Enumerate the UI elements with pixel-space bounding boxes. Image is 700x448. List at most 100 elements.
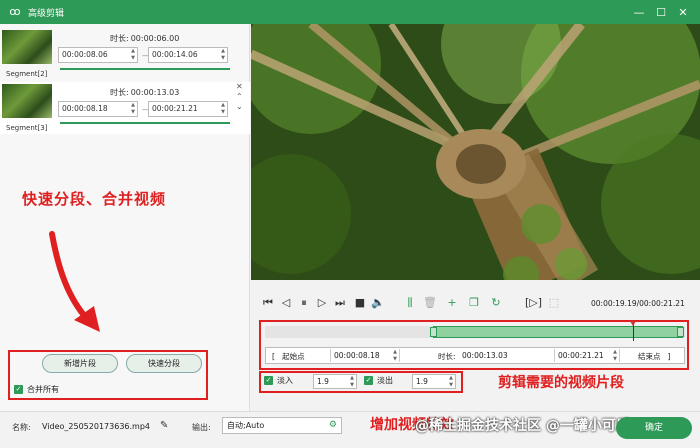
duration-value: 00:00:13.03 [130, 88, 180, 97]
fade-in-checkbox[interactable]: ✓ 淡入 [264, 375, 293, 386]
close-button[interactable]: ✕ [672, 6, 694, 19]
annotation-arrow-icon [49, 231, 100, 332]
merge-all-checkbox[interactable]: ✓ 合并所有 [14, 384, 59, 395]
clip-annotation: 剪辑需要的视频片段 [498, 375, 624, 391]
end-time-text: 00:00:21.21 [152, 104, 198, 113]
start-time-text: 00:00:08.18 [62, 104, 108, 113]
segment-item[interactable]: Segment[2] 时长: 00:00:06.00 00:00:08.06 ▲ ▼ … [0, 28, 250, 80]
app-logo-icon: ꝏ [9, 5, 21, 18]
watermark: @稀土掘金技术社区 @一罐小可乐 [415, 418, 630, 434]
volume-icon[interactable]: 🔈 [371, 296, 385, 310]
segment-end-input[interactable]: 00:00:21.21 ▲ ▼ [148, 101, 228, 117]
segment-start-input[interactable]: 00:00:08.18 ▲ ▼ [58, 101, 138, 117]
fade-out-label: 淡出 [377, 376, 393, 385]
start-time-text: 00:00:08.06 [62, 50, 108, 59]
window-title: 高级剪辑 [28, 8, 65, 19]
selected-range[interactable] [433, 326, 683, 338]
output-select[interactable]: 自动;Auto ⚙ [222, 417, 342, 434]
segment-duration: 时长: 00:00:06.00 [108, 33, 179, 44]
stop-icon[interactable]: ■ [353, 296, 367, 310]
checkmark-icon[interactable]: ✓ [14, 385, 23, 394]
new-segment-button[interactable]: 新增片段 [42, 354, 118, 373]
segment-thumbnail [2, 84, 52, 118]
duration-label: 时长: [110, 88, 129, 97]
end-time-input[interactable]: 00:00:21.21 ▲ ▼ [554, 349, 620, 362]
spin-arrows-icon[interactable]: ▲ ▼ [350, 375, 354, 388]
chevron-down-icon[interactable]: ⌄ [236, 102, 243, 111]
checkmark-icon[interactable]: ✓ [264, 376, 273, 385]
gear-icon[interactable]: ⚙ [329, 418, 337, 433]
snapshot-icon[interactable]: ⬚ [547, 296, 561, 310]
reset-icon[interactable]: ↻ [489, 296, 503, 310]
add-icon[interactable]: + [445, 296, 459, 310]
range-end-handle[interactable] [677, 327, 684, 337]
spin-arrows-icon[interactable]: ▲ ▼ [221, 48, 225, 62]
end-point-button[interactable]: 结束点 ] [638, 351, 671, 362]
output-value: 自动;Auto [227, 421, 265, 430]
segment-label: Segment[2] [6, 70, 48, 78]
start-point-label: 起始点 [282, 352, 305, 361]
close-segment-icon[interactable]: ✕ [236, 82, 243, 91]
bottom-bar: 名称: Video_250520173636.mp4 ✎ 输出: 自动;Auto… [0, 411, 700, 448]
segment-progress-bar [60, 68, 230, 70]
quick-split-button[interactable]: 快速分段 [126, 354, 202, 373]
ok-button[interactable]: 确定 [616, 417, 692, 439]
fade-out-value: 1.9 [416, 377, 428, 386]
edit-name-icon[interactable]: ✎ [160, 420, 168, 431]
fade-in-label: 淡入 [277, 376, 293, 385]
spin-arrows-icon[interactable]: ▲ ▼ [613, 349, 617, 362]
fade-in-input[interactable]: 1.9 ▲ ▼ [313, 374, 357, 389]
video-preview[interactable] [251, 24, 700, 280]
segment-label: Segment[3] [6, 124, 48, 132]
range-start-handle[interactable] [430, 327, 437, 337]
duration-value: 00:00:06.00 [130, 34, 180, 43]
split-merge-annotation: 快速分段、合并视频 [22, 190, 167, 208]
trim-row: [ 起始点 00:00:08.18 ▲ ▼ 时长: 00:00:13.03 00:0… [265, 347, 685, 364]
timeline-track[interactable] [265, 326, 685, 338]
mark-in-out-icon[interactable]: [▷] [525, 296, 542, 310]
spin-arrows-icon[interactable]: ▲ ▼ [393, 349, 397, 362]
name-label: 名称: [12, 423, 31, 432]
trim-duration-label: 时长: [438, 352, 456, 361]
spin-arrows-icon[interactable]: ▲ ▼ [221, 102, 225, 116]
fade-out-input[interactable]: 1.9 ▲ ▼ [412, 374, 456, 389]
segment-thumbnail [2, 30, 52, 64]
chevron-up-icon[interactable]: ⌃ [236, 92, 243, 101]
maximize-button[interactable]: ☐ [650, 6, 672, 19]
spin-arrows-icon[interactable]: ▲ ▼ [131, 102, 135, 116]
tree-canopy-image [251, 24, 700, 280]
spin-arrows-icon[interactable]: ▲ ▼ [449, 375, 453, 388]
delete-icon[interactable]: 🗑 [423, 296, 437, 310]
copy-icon[interactable]: ❐ [467, 296, 481, 310]
segment-progress-bar [60, 122, 230, 124]
skip-to-end-icon[interactable]: ⏭ [333, 296, 347, 310]
file-name: Video_250520173636.mp4 [42, 422, 150, 431]
minimize-button[interactable]: — [628, 6, 650, 19]
segment-end-input[interactable]: 00:00:14.06 ▲ ▼ [148, 47, 228, 63]
time-readout: 00:00:19.19/00:00:21.21 [591, 299, 685, 308]
start-point-button[interactable]: [ 起始点 [272, 351, 305, 362]
player-controls: ⏮ ◁ ⏸ ▷ ⏭ ■ 🔈 ⫼ 🗑 + ❐ ↻ [▷] ⬚ 00:00:19.1… [251, 288, 700, 318]
start-time-input[interactable]: 00:00:08.18 ▲ ▼ [330, 349, 400, 362]
segment-item[interactable]: Segment[3] 时长: 00:00:13.03 00:00:08.18 ▲ ▼ … [0, 82, 250, 134]
output-label: 输出: [192, 423, 211, 432]
fade-in-value: 1.9 [317, 377, 329, 386]
duration-label: 时长: [110, 34, 129, 43]
trim-duration-value: 00:00:13.03 [462, 351, 508, 360]
playhead[interactable] [630, 321, 636, 341]
segment-start-input[interactable]: 00:00:08.06 ▲ ▼ [58, 47, 138, 63]
end-time-text: 00:00:21.21 [558, 351, 604, 360]
title-bar: ꝏ 高级剪辑 — ☐ ✕ [0, 0, 700, 24]
skip-to-start-icon[interactable]: ⏮ [261, 296, 275, 310]
previous-frame-icon[interactable]: ◁ [279, 296, 293, 310]
checkmark-icon[interactable]: ✓ [364, 376, 373, 385]
end-time-text: 00:00:14.06 [152, 50, 198, 59]
split-icon[interactable]: ⫼ [403, 296, 417, 310]
spin-arrows-icon[interactable]: ▲ ▼ [131, 48, 135, 62]
next-frame-icon[interactable]: ▷ [315, 296, 329, 310]
end-point-label: 结束点 [638, 352, 661, 361]
pause-icon[interactable]: ⏸ [297, 296, 311, 310]
window-controls: — ☐ ✕ [628, 0, 694, 24]
fade-out-checkbox[interactable]: ✓ 淡出 [364, 375, 393, 386]
start-time-text: 00:00:08.18 [334, 351, 380, 360]
